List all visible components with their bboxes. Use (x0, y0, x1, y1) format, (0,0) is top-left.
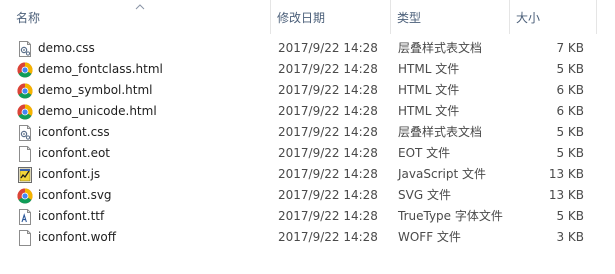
file-row[interactable]: demo_symbol.html 2017/9/22 14:28 HTML 文件… (0, 80, 615, 101)
file-name: demo.css (38, 41, 95, 55)
file-date: 2017/9/22 14:28 (278, 146, 378, 160)
file-name: demo_unicode.html (38, 104, 157, 118)
file-type: EOT 文件 (398, 146, 451, 160)
column-date-header[interactable]: 修改日期 (277, 0, 389, 34)
file-row[interactable]: demo_fontclass.html 2017/9/22 14:28 HTML… (0, 59, 615, 80)
file-size: 7 KB (556, 41, 584, 55)
file-name: iconfont.svg (38, 188, 112, 202)
file-size: 5 KB (556, 146, 584, 160)
chrome-icon (17, 83, 33, 99)
file-type: HTML 文件 (398, 104, 460, 118)
file-name: iconfont.css (38, 125, 110, 139)
file-type: HTML 文件 (398, 83, 460, 97)
file-size: 5 KB (556, 209, 584, 223)
file-list: demo.css 2017/9/22 14:28 层叠样式表文档 7 KB de… (0, 38, 615, 248)
file-name: iconfont.woff (38, 230, 116, 244)
file-row[interactable]: iconfont.svg 2017/9/22 14:28 SVG 文件 13 K… (0, 185, 615, 206)
file-type: SVG 文件 (398, 188, 451, 202)
file-row[interactable]: demo.css 2017/9/22 14:28 层叠样式表文档 7 KB (0, 38, 615, 59)
file-name: iconfont.js (38, 167, 101, 181)
blank-file-icon (19, 230, 31, 246)
file-date: 2017/9/22 14:28 (278, 188, 378, 202)
file-size: 5 KB (556, 62, 584, 76)
file-date: 2017/9/22 14:28 (278, 83, 378, 97)
column-divider[interactable] (270, 0, 271, 34)
file-name: iconfont.eot (38, 146, 110, 160)
chrome-icon (17, 188, 33, 204)
file-row[interactable]: iconfont.woff 2017/9/22 14:28 WOFF 文件 3 … (0, 227, 615, 248)
file-name: demo_fontclass.html (38, 62, 163, 76)
column-type-header[interactable]: 类型 (397, 0, 509, 34)
column-divider[interactable] (390, 0, 391, 34)
font-file-icon (19, 209, 31, 225)
chrome-icon (17, 62, 33, 78)
css-file-icon (19, 125, 31, 141)
file-row[interactable]: iconfont.js 2017/9/22 14:28 JavaScript 文… (0, 164, 615, 185)
column-name-header[interactable]: 名称 (16, 0, 268, 34)
file-date: 2017/9/22 14:28 (278, 125, 378, 139)
file-date: 2017/9/22 14:28 (278, 104, 378, 118)
file-type: 层叠样式表文档 (398, 41, 483, 55)
column-header: 名称 修改日期 类型 大小 (0, 0, 615, 34)
file-date: 2017/9/22 14:28 (278, 230, 378, 244)
column-divider[interactable] (596, 0, 597, 34)
file-type: TrueType 字体文件 (398, 209, 503, 223)
column-divider[interactable] (509, 0, 510, 34)
file-size: 3 KB (556, 230, 584, 244)
file-row[interactable]: demo_unicode.html 2017/9/22 14:28 HTML 文… (0, 101, 615, 122)
file-type: HTML 文件 (398, 62, 460, 76)
file-size: 6 KB (556, 104, 584, 118)
column-size-header[interactable]: 大小 (516, 0, 596, 34)
blank-file-icon (19, 146, 31, 162)
file-size: 13 KB (548, 188, 584, 202)
file-name: demo_symbol.html (38, 83, 153, 97)
file-size: 6 KB (556, 83, 584, 97)
file-date: 2017/9/22 14:28 (278, 62, 378, 76)
file-date: 2017/9/22 14:28 (278, 41, 378, 55)
file-row[interactable]: iconfont.ttf 2017/9/22 14:28 TrueType 字体… (0, 206, 615, 227)
file-type: JavaScript 文件 (398, 167, 486, 181)
file-date: 2017/9/22 14:28 (278, 209, 378, 223)
file-row[interactable]: iconfont.eot 2017/9/22 14:28 EOT 文件 5 KB (0, 143, 615, 164)
file-size: 13 KB (548, 167, 584, 181)
chrome-icon (17, 104, 33, 120)
file-date: 2017/9/22 14:28 (278, 167, 378, 181)
file-type: 层叠样式表文档 (398, 125, 483, 139)
js-file-icon (18, 167, 32, 183)
file-type: WOFF 文件 (398, 230, 461, 244)
css-file-icon (19, 41, 31, 57)
file-row[interactable]: iconfont.css 2017/9/22 14:28 层叠样式表文档 5 K… (0, 122, 615, 143)
file-size: 5 KB (556, 125, 584, 139)
file-name: iconfont.ttf (38, 209, 105, 223)
